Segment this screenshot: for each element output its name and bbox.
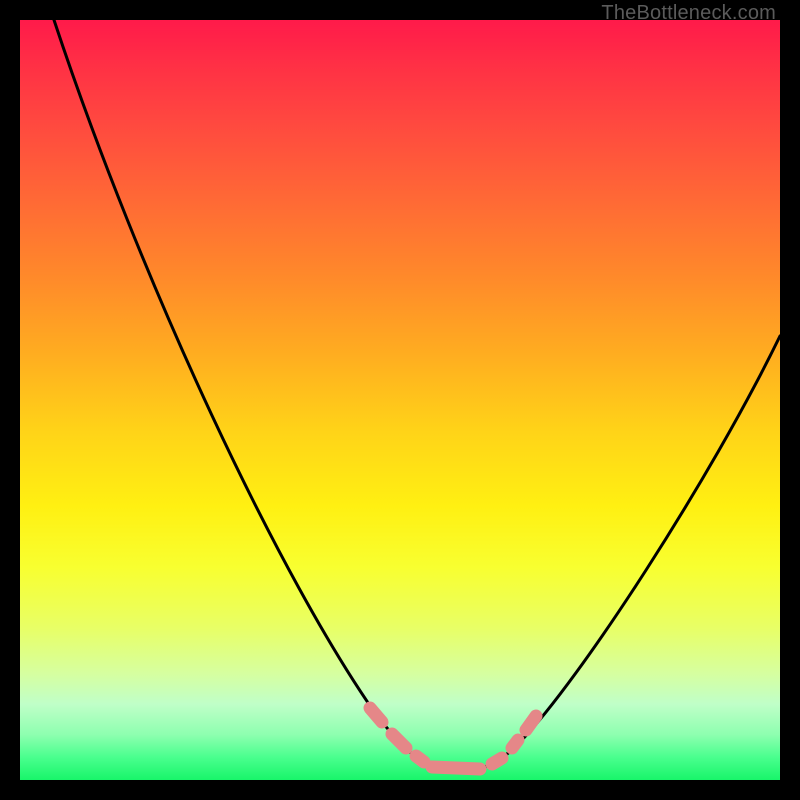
highlight-markers <box>370 708 536 769</box>
curve-layer <box>20 20 780 780</box>
bottleneck-curve <box>54 20 780 770</box>
chart-frame: TheBottleneck.com <box>0 0 800 800</box>
attribution-label: TheBottleneck.com <box>601 2 776 25</box>
plot-area <box>20 20 780 780</box>
